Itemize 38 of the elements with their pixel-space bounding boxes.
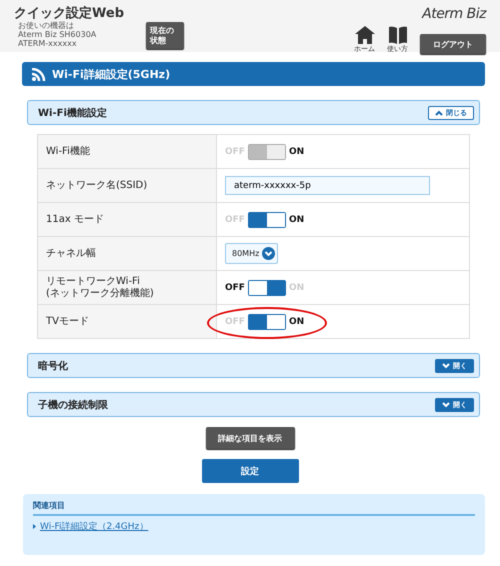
show-details-button[interactable]: 詳細な項目を表示 [206,427,294,449]
section-title: 暗号化 [38,359,68,372]
device-info: Aterm Biz SH6030A [17,30,98,39]
related-title: 関連項目 [33,500,475,516]
related-link[interactable]: Wi-Fi詳細設定（2.4GHz） [40,520,148,533]
setting-label: ネットワーク名(SSID) [38,168,216,202]
device-info: お使いの機器は [17,21,75,30]
channel-width-select[interactable]: 80MHz [225,243,278,264]
chevron-up-icon [435,110,443,116]
app-title: クイック設定Web [14,6,124,21]
home-icon [354,26,374,44]
logo: Aterm Biz [422,6,486,22]
chevron-down-icon [442,362,450,368]
toggle-switch[interactable] [248,280,286,296]
toggle-switch[interactable] [248,314,286,330]
book-icon [388,26,408,44]
on-label: ON [288,214,304,224]
on-label: ON [288,316,304,326]
status-button[interactable]: 現在の 状態 [146,22,184,49]
bullet-icon [33,524,36,529]
logout-button[interactable]: ログアウト [420,34,486,54]
setting-label: リモートワークWi-Fi (ネットワーク分離機能) [38,270,216,304]
setting-label: Wi-Fi機能 [38,134,216,168]
section-title: Wi-Fi機能設定 [38,106,107,120]
chevron-down-icon [262,247,276,260]
setting-label: チャネル幅 [38,236,216,270]
toggle-switch[interactable] [248,212,286,228]
setting-label: 11ax モード [38,202,216,236]
wifi-icon [32,68,46,80]
device-info: ATERM-xxxxxx [17,39,78,48]
chevron-down-icon [442,402,450,408]
page-title: Wi-Fi詳細設定(5GHz) [52,66,170,82]
setting-label: TVモード [38,304,216,338]
off-label: OFF [225,282,245,292]
ssid-field[interactable]: aterm-xxxxxx-5p [225,176,430,195]
section-title: 子機の接続制限 [38,398,108,412]
submit-button[interactable]: 設定 [202,459,298,483]
on-label: ON [288,146,304,156]
